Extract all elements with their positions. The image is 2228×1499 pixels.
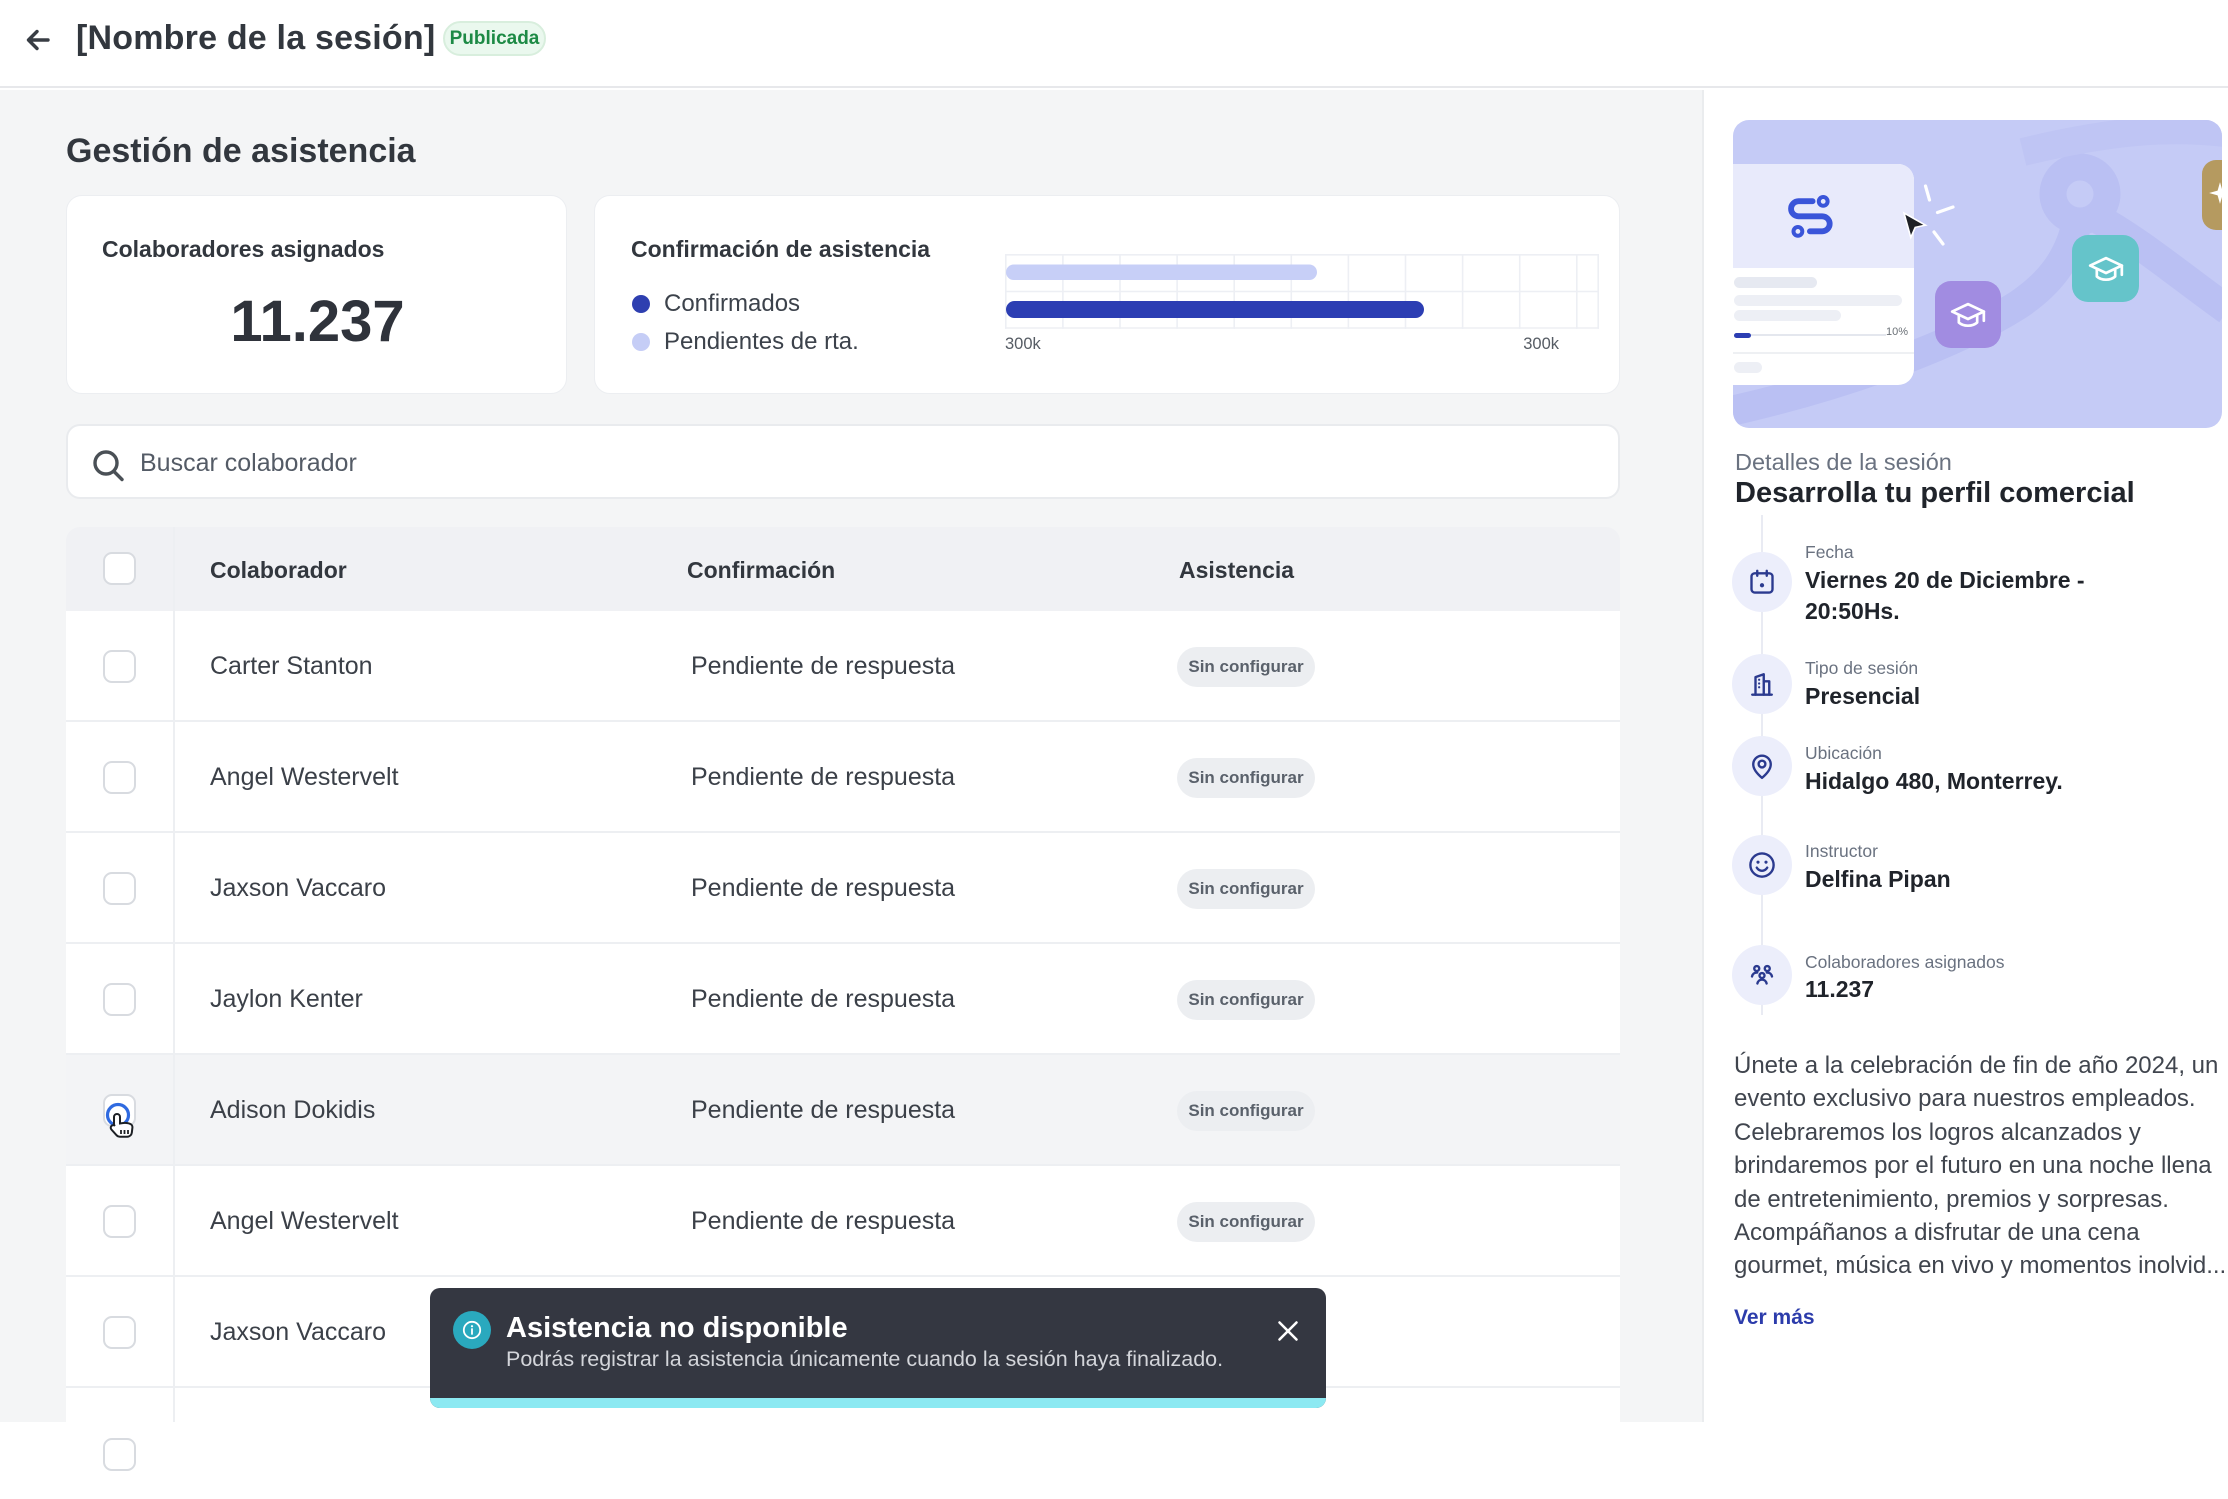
svg-text:300k: 300k — [1523, 335, 1560, 353]
svg-text:300k: 300k — [1005, 335, 1042, 353]
